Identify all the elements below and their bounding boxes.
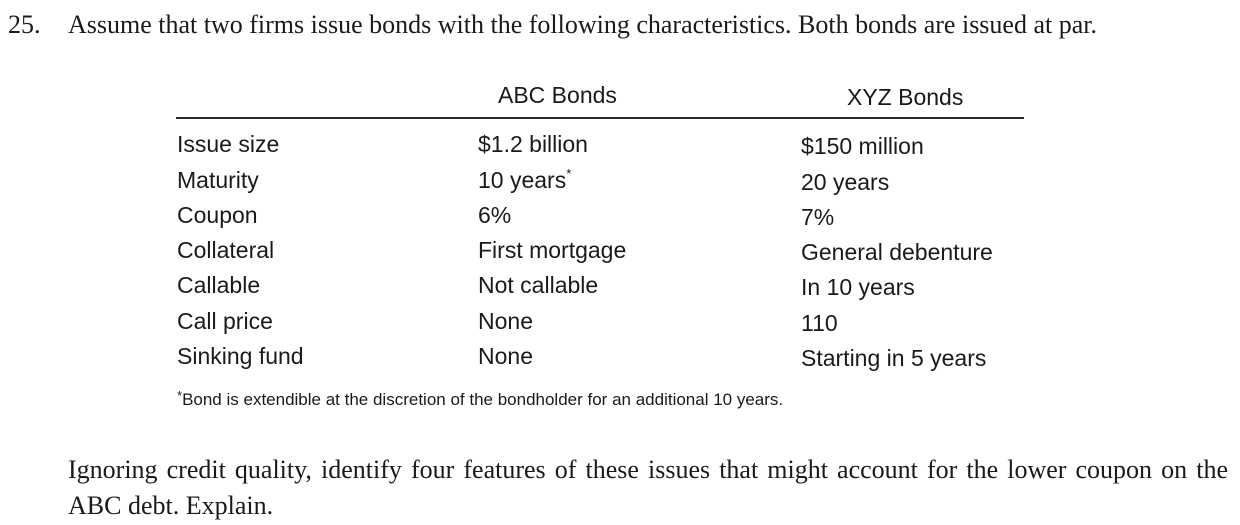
xyz-sinking-fund: Starting in 5 years: [801, 345, 987, 371]
row-label-sinking-fund: Sinking fund: [177, 343, 304, 369]
question-stem: Assume that two firms issue bonds with t…: [68, 10, 1097, 39]
follow-up-question: Ignoring credit quality, identify four f…: [68, 455, 1228, 520]
xyz-issue-size: $150 million: [801, 133, 924, 159]
footnote-mark: *: [566, 166, 572, 181]
table-footnote: *Bond is extendible at the discretion of…: [177, 388, 784, 410]
footnote-text: Bond is extendible at the discretion of …: [182, 390, 784, 409]
row-label-callable: Callable: [177, 272, 261, 298]
abc-call-price: None: [478, 308, 533, 334]
column-header-xyz: XYZ Bonds: [847, 84, 964, 110]
xyz-coupon: 7%: [801, 204, 835, 230]
question-number: 25.: [8, 10, 41, 39]
table-top-rule: [176, 117, 1024, 119]
xyz-callable: In 10 years: [801, 274, 915, 300]
abc-callable: Not callable: [478, 272, 599, 298]
row-label-call-price: Call price: [177, 308, 273, 334]
row-label-issue-size: Issue size: [177, 131, 280, 157]
row-label-coupon: Coupon: [177, 202, 258, 228]
column-header-abc: ABC Bonds: [498, 82, 617, 108]
abc-maturity-value: 10 years: [478, 167, 567, 193]
footnote-symbol: *: [177, 388, 183, 403]
abc-sinking-fund: None: [478, 343, 533, 369]
xyz-call-price: 110: [801, 310, 838, 336]
row-label-maturity: Maturity: [177, 167, 259, 193]
xyz-collateral: General debenture: [801, 239, 993, 265]
abc-collateral: First mortgage: [478, 237, 627, 263]
row-label-collateral: Collateral: [177, 237, 275, 263]
xyz-maturity: 20 years: [801, 169, 890, 195]
abc-issue-size: $1.2 billion: [478, 131, 588, 157]
abc-coupon: 6%: [478, 202, 512, 228]
abc-maturity: 10 years*: [478, 166, 572, 193]
